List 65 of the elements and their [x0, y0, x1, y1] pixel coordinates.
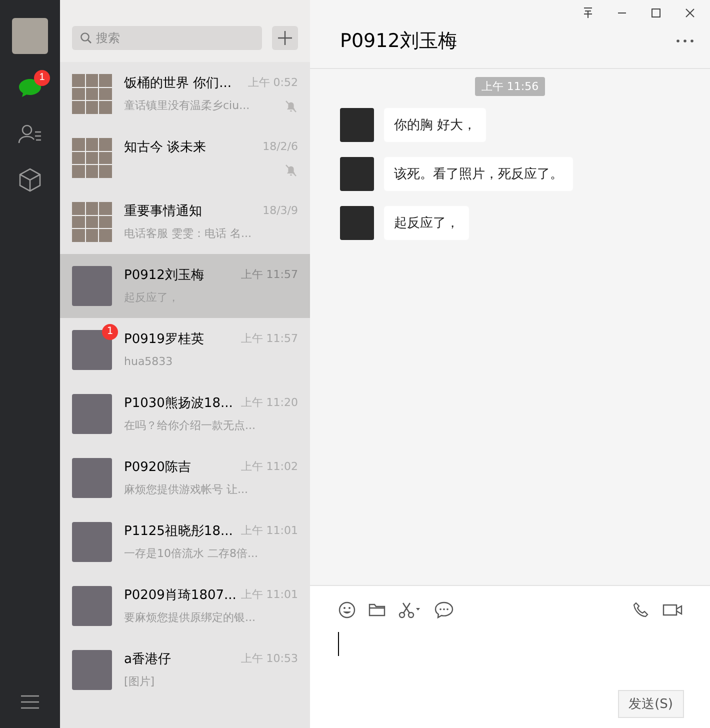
- search-icon: [80, 32, 92, 44]
- message-preview: 要麻烦您提供原绑定的银...: [124, 610, 256, 625]
- unread-badge: 1: [102, 324, 118, 340]
- chat-time: 上午 11:01: [240, 587, 298, 602]
- chat-name: P0912刘玉梅: [124, 266, 204, 284]
- close-icon[interactable]: [684, 7, 696, 19]
- chat-time: 上午 11:01: [240, 523, 298, 538]
- avatar-placeholder: [72, 458, 112, 498]
- chat-time: 18/2/6: [262, 140, 298, 153]
- message-preview: 电话客服 雯雯：电话 名...: [124, 226, 252, 241]
- message-preview: 童话镇里没有温柔乡ciu...: [124, 98, 250, 113]
- cube-icon: [17, 167, 43, 193]
- maximize-icon[interactable]: [650, 7, 662, 19]
- chat-time: 上午 11:57: [240, 267, 298, 282]
- more-icon[interactable]: [676, 38, 694, 42]
- avatar-placeholder: [72, 266, 112, 306]
- unread-badge: 1: [34, 70, 50, 86]
- chats-tab[interactable]: 1: [10, 68, 50, 108]
- chat-time: 上午 10:53: [240, 651, 298, 666]
- chat-name: P1125祖晓彤18...: [124, 522, 233, 540]
- pin-icon[interactable]: [582, 7, 594, 19]
- avatar-placeholder: [72, 522, 112, 562]
- folder-icon[interactable]: [368, 601, 386, 619]
- message-bubble: 起反应了，: [384, 206, 469, 240]
- chat-time: 18/3/9: [262, 204, 298, 217]
- avatar-placeholder: [72, 586, 112, 626]
- message-timestamp: 上午 11:56: [475, 77, 545, 96]
- message-preview: 一存是10倍流水 二存8倍...: [124, 546, 258, 561]
- message-preview: hua5833: [124, 355, 173, 368]
- avatar-placeholder: [72, 650, 112, 690]
- menu-icon: [20, 694, 40, 710]
- search-field[interactable]: 搜索: [72, 26, 262, 50]
- scissors-icon[interactable]: [398, 601, 422, 619]
- emoji-icon[interactable]: [338, 601, 356, 619]
- send-button[interactable]: 发送(S): [618, 690, 684, 718]
- chat-time: 上午 11:20: [240, 395, 298, 410]
- chat-time: 上午 11:02: [240, 459, 298, 474]
- chat-name: a香港仔: [124, 650, 171, 668]
- message-preview: [图片]: [124, 674, 155, 689]
- chat-name: 重要事情通知: [124, 202, 202, 220]
- chat-name: P0920陈吉: [124, 458, 191, 476]
- avatar-placeholder: [340, 108, 374, 142]
- chat-name: P1030熊扬波18...: [124, 394, 233, 412]
- chat-name: 知古今 谈未来: [124, 138, 206, 156]
- plus-icon: [278, 30, 292, 44]
- chat-time: 上午 11:57: [240, 331, 298, 346]
- message-preview: 麻烦您提供游戏帐号 让...: [124, 482, 248, 497]
- avatar-placeholder: [340, 206, 374, 240]
- chat-name: P0209肖琦1807...: [124, 586, 236, 604]
- message-preview: 在吗？给你介绍一款无点...: [124, 418, 256, 433]
- message-bubble: 该死。看了照片，死反应了。: [384, 157, 573, 191]
- group-avatar-placeholder: [72, 202, 112, 242]
- chat-time: 上午 0:52: [248, 75, 298, 90]
- group-avatar-placeholder: [72, 74, 112, 114]
- avatar-placeholder: [72, 394, 112, 434]
- phone-icon[interactable]: [632, 601, 650, 619]
- chat-title: P0912刘玉梅: [340, 28, 457, 54]
- message-bubble: 你的胸 好大，: [384, 108, 486, 142]
- chat-name: P0919罗桂英: [124, 330, 204, 348]
- avatar-placeholder: [340, 157, 374, 191]
- group-avatar-placeholder: [72, 138, 112, 178]
- add-button[interactable]: [272, 26, 298, 50]
- chat-history-icon[interactable]: [434, 601, 454, 619]
- contacts-icon: [17, 122, 43, 146]
- chat-name: 饭桶的世界 你们...: [124, 74, 232, 92]
